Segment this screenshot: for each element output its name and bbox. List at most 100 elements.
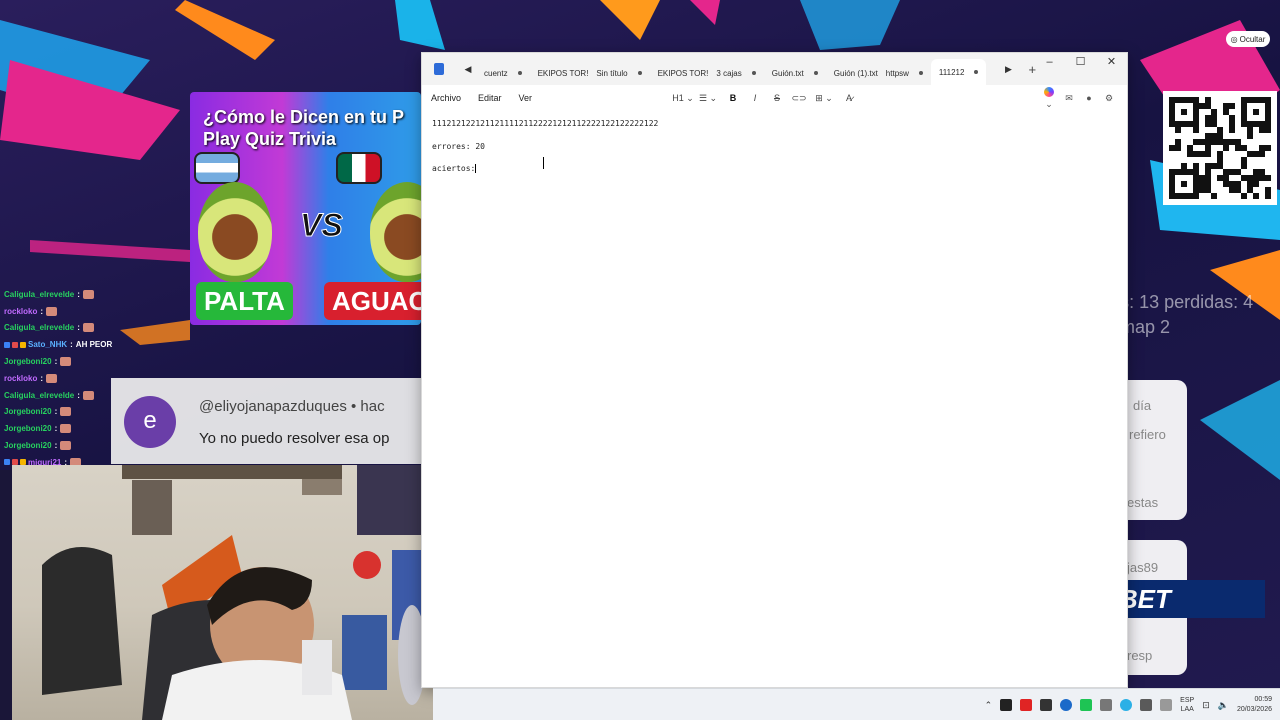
chat-emote-icon [60,357,72,367]
menu-edit[interactable]: Editar [478,93,510,103]
tab-4[interactable]: Guión.txt [764,61,826,85]
chat-username[interactable]: Jorgeboni20 [4,424,52,433]
clock-time: 00:59 [1254,696,1272,703]
chat-emote-icon [60,407,72,417]
side-card-text-4: jas89 [1127,560,1159,575]
tab-scroll-left-icon[interactable]: ◀ [460,64,476,75]
mouse-ibeam-cursor-icon [543,157,545,169]
strikethrough-icon[interactable]: S [766,93,788,103]
tray-app-1-icon[interactable] [1000,699,1013,711]
language-indicator[interactable]: ESP LAA [1180,696,1194,714]
heading-dropdown[interactable]: H1 ⌄ [672,93,694,104]
unsaved-dot-icon [517,71,522,75]
table-dropdown-icon[interactable]: ⊞ ⌄ [810,93,838,104]
avocado-left-image [198,182,272,282]
chat-separator: : [77,323,80,333]
tray-app-2-icon[interactable] [1020,699,1033,711]
tray-app-7-icon[interactable] [1120,699,1133,711]
unsaved-dot-icon [813,71,818,75]
tab-label-secondary: Sin título [596,68,628,78]
tab-scroll-right-icon[interactable]: ▶ [1000,64,1016,75]
notepad-app-icon [434,63,444,75]
tray-app-5-icon[interactable] [1080,699,1093,711]
chat-username[interactable]: Caligula_elrevelde [4,290,74,299]
tab-2[interactable]: EKIPOS TOR! Sin título [530,61,650,85]
chat-emote-icon [82,390,94,400]
close-icon[interactable]: ✕ [1096,53,1127,73]
chat-message: Jorgeboni20: [4,353,124,370]
thumbnail-title: ¿Cómo le Dicen en tu P Play Quiz Trivia [203,106,404,150]
tray-app-3-icon[interactable] [1040,699,1053,711]
editor-line-3-text: aciertos: [432,164,476,173]
chat-username[interactable]: Jorgeboni20 [4,407,52,416]
chat-separator: : [54,441,58,451]
window-controls: – ☐ ✕ [1034,53,1127,73]
network-icon[interactable]: ⊡ [1202,700,1210,711]
steam-icon[interactable] [1060,699,1073,711]
chat-separator: : [40,373,44,383]
list-dropdown-icon[interactable]: ☰ ⌄ [694,93,722,104]
chat-username[interactable]: Jorgeboni20 [4,357,52,366]
tab-6[interactable]: 111212 [930,59,987,85]
chat-message: rockloko: [4,370,124,387]
clear-formatting-icon[interactable]: A̷ [838,93,860,103]
chat-emote-icon [60,441,72,451]
notepad-window: ◀ cuentz EKIPOS TOR! Sin título EKIPOS TOR!… [421,52,1128,688]
microphone-icon[interactable] [1160,699,1173,711]
chat-message: Caligula_elrevelde: [4,286,124,303]
volume-icon[interactable]: 🔈 [1218,700,1229,711]
maximize-icon[interactable]: ☐ [1065,53,1096,73]
bold-icon[interactable]: B [722,93,744,103]
account-icon[interactable]: ● [1079,93,1099,103]
copilot-icon[interactable]: ⌄ [1039,86,1059,110]
thumbnail-title-line2: Play Quiz Trivia [203,129,337,149]
tab-1[interactable]: cuentz [476,61,530,85]
menu-view[interactable]: Ver [519,93,541,103]
chat-separator: : [40,306,44,316]
link-icon[interactable]: ⊂⊃ [788,93,810,104]
tab-label-secondary: 3 cajas [716,68,742,78]
tray-app-6-icon[interactable] [1100,699,1113,711]
tray-app-8-icon[interactable] [1140,699,1153,711]
notifications-icon[interactable]: ✉ [1059,93,1079,104]
chat-badge-icon [12,341,18,348]
tab-3[interactable]: EKIPOS TOR! 3 cajas [650,61,764,85]
chat-message: Jorgeboni20: [4,420,124,437]
menu-file[interactable]: Archivo [431,93,469,103]
chat-username[interactable]: Caligula_elrevelde [4,323,74,332]
chat-message: Jorgeboni20: [4,437,124,454]
chat-emote-icon [46,306,58,316]
chat-username[interactable]: Caligula_elrevelde [4,391,74,400]
chat-separator: : [70,340,73,350]
hide-overlay-button[interactable]: ◎ Ocultar [1226,31,1270,47]
side-card-text-2: refiero [1129,427,1166,442]
chat-username[interactable]: Sato_NHK [28,340,67,349]
italic-icon[interactable]: I [744,93,766,103]
minimize-icon[interactable]: – [1034,53,1065,73]
editor-line-3: aciertos: [432,164,1117,175]
comment-username: @eliyojanapazduques • hac [199,398,385,415]
tab-label: cuentz [484,68,508,78]
chat-username[interactable]: rockloko [4,374,37,383]
chat-emote-icon [82,289,94,299]
tab-5[interactable]: Guión (1).txt httpsw [826,61,931,85]
tab-label: Guión (1).txt [833,68,878,78]
chat-username[interactable]: Jorgeboni20 [4,441,52,450]
chat-badge-icon [20,341,26,348]
side-card-text-1: día [1133,398,1152,413]
chat-message: Sato_NHK: AH PEOR [4,336,124,353]
chat-username[interactable]: rockloko [4,307,37,316]
chat-message: Jorgeboni20: [4,404,124,421]
chat-text: AH PEOR [75,340,113,350]
avocado-right-image [370,182,421,282]
text-editor[interactable]: 1112121221211211112112222121211222212212… [422,111,1127,195]
tray-expand-icon[interactable]: ⌃ [985,700,993,711]
clock[interactable]: 00:59 20/03/2026 [1237,695,1272,715]
side-card-text-5: resp [1127,648,1153,663]
quiz-thumbnail: ¿Cómo le Dicen en tu P Play Quiz Trivia … [190,92,421,325]
chat-message: Caligula_elrevelde: [4,320,124,337]
editor-line-2: errores: 20 [432,141,485,151]
tab-label-secondary: httpsw [885,68,909,78]
chat-separator: : [54,357,58,367]
settings-gear-icon[interactable]: ⚙ [1099,93,1119,104]
